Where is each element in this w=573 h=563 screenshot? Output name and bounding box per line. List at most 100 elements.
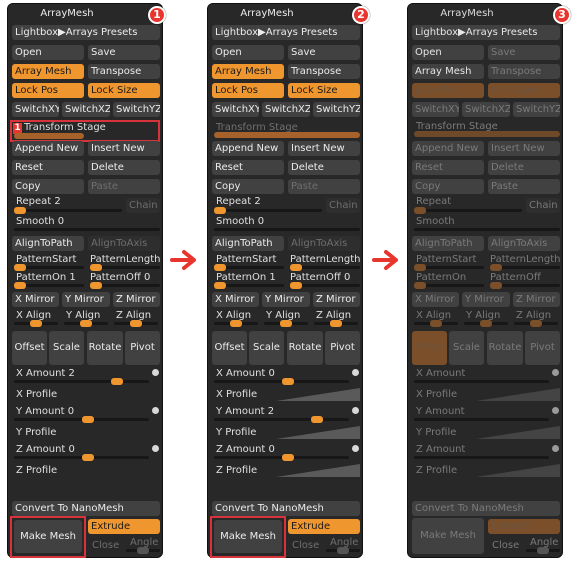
- z-amount-slider[interactable]: [414, 456, 549, 459]
- paste-button[interactable]: Paste: [88, 179, 160, 194]
- z-amount-indicator[interactable]: [352, 445, 359, 452]
- x-profile-curve[interactable]: [276, 388, 360, 401]
- align-to-axis-button[interactable]: AlignToAxis: [288, 236, 360, 251]
- switch-xz-button[interactable]: SwitchXZ: [262, 102, 310, 117]
- x-profile-curve[interactable]: [476, 388, 560, 401]
- insert-new-button[interactable]: Insert New: [88, 141, 160, 156]
- align-to-axis-button[interactable]: AlignToAxis: [88, 236, 160, 251]
- y-profile-curve[interactable]: [476, 426, 560, 439]
- insert-new-button[interactable]: Insert New: [288, 141, 360, 156]
- extrude-button[interactable]: Extrude: [88, 519, 160, 534]
- insert-new-button[interactable]: Insert New: [488, 141, 560, 156]
- y-mirror-button[interactable]: Y Mirror: [262, 292, 310, 307]
- pattern-on-slider[interactable]: [414, 282, 484, 289]
- pivot-tab[interactable]: Pivot: [525, 331, 560, 365]
- switch-yz-button[interactable]: SwitchYZ: [513, 102, 560, 117]
- scale-tab[interactable]: Scale: [249, 331, 284, 365]
- pattern-start-slider[interactable]: [214, 264, 284, 271]
- repeat-slider[interactable]: [414, 207, 522, 214]
- lightbox-arrays-presets-button[interactable]: Lightbox▶Arrays Presets: [12, 25, 160, 40]
- lock-size-button[interactable]: Lock Size: [88, 83, 160, 98]
- lock-pos-button[interactable]: Lock Pos: [212, 83, 284, 98]
- repeat-slider[interactable]: [14, 207, 122, 214]
- array-mesh-button[interactable]: Array Mesh: [12, 64, 84, 79]
- x-amount-slider[interactable]: [14, 378, 149, 385]
- x-amount-slider[interactable]: [214, 378, 349, 385]
- append-new-button[interactable]: Append New: [212, 141, 284, 156]
- switch-xy-button[interactable]: SwitchXY: [412, 102, 459, 117]
- save-button[interactable]: Save: [488, 45, 560, 60]
- convert-to-nanomesh-button[interactable]: Convert To NanoMesh: [212, 501, 360, 516]
- chain-button[interactable]: Chain: [526, 198, 560, 213]
- pattern-start-slider[interactable]: [14, 264, 84, 271]
- x-amount-indicator[interactable]: [352, 369, 359, 376]
- z-align-slider[interactable]: [314, 320, 358, 327]
- y-align-slider[interactable]: [464, 320, 508, 327]
- offset-tab[interactable]: Offset: [212, 331, 247, 365]
- offset-tab[interactable]: Offset: [12, 331, 47, 365]
- pivot-tab[interactable]: Pivot: [125, 331, 160, 365]
- array-mesh-button[interactable]: Array Mesh: [412, 64, 484, 79]
- repeat-slider[interactable]: [214, 207, 322, 214]
- x-align-slider[interactable]: [214, 320, 258, 327]
- x-mirror-button[interactable]: X Mirror: [212, 292, 259, 307]
- angle-slider[interactable]: [526, 547, 560, 554]
- rotate-tab[interactable]: Rotate: [287, 331, 323, 365]
- x-mirror-button[interactable]: X Mirror: [412, 292, 459, 307]
- switch-yz-button[interactable]: SwitchYZ: [313, 102, 360, 117]
- x-align-slider[interactable]: [414, 320, 458, 327]
- align-to-axis-button[interactable]: AlignToAxis: [488, 236, 560, 251]
- y-amount-indicator[interactable]: [352, 407, 359, 414]
- y-profile-curve[interactable]: [276, 426, 360, 439]
- z-mirror-button[interactable]: Z Mirror: [113, 292, 160, 307]
- close-toggle[interactable]: Close: [492, 540, 519, 551]
- pattern-start-slider[interactable]: [414, 264, 484, 271]
- paste-button[interactable]: Paste: [288, 179, 360, 194]
- align-to-path-button[interactable]: AlignToPath: [12, 236, 84, 251]
- switch-xy-button[interactable]: SwitchXY: [212, 102, 259, 117]
- lock-size-button[interactable]: Lock Size: [488, 83, 560, 98]
- make-mesh-button[interactable]: Make Mesh: [412, 518, 484, 554]
- smooth-slider[interactable]: [214, 228, 360, 231]
- rotate-tab[interactable]: Rotate: [487, 331, 523, 365]
- y-amount-slider[interactable]: [14, 416, 149, 423]
- x-amount-indicator[interactable]: [552, 369, 559, 376]
- y-amount-indicator[interactable]: [152, 407, 159, 414]
- scale-tab[interactable]: Scale: [449, 331, 484, 365]
- switch-xy-button[interactable]: SwitchXY: [12, 102, 59, 117]
- save-button[interactable]: Save: [88, 45, 160, 60]
- transform-stage-slider[interactable]: [14, 133, 84, 139]
- switch-xz-button[interactable]: SwitchXZ: [62, 102, 110, 117]
- y-amount-slider[interactable]: [414, 418, 549, 421]
- close-toggle[interactable]: Close: [292, 540, 319, 551]
- open-button[interactable]: Open: [412, 45, 484, 60]
- x-align-slider[interactable]: [14, 320, 58, 327]
- lock-size-button[interactable]: Lock Size: [288, 83, 360, 98]
- angle-slider[interactable]: [126, 547, 160, 554]
- pivot-tab[interactable]: Pivot: [325, 331, 360, 365]
- extrude-button[interactable]: Extrude: [488, 519, 560, 534]
- close-toggle[interactable]: Close: [92, 540, 119, 551]
- pattern-on-slider[interactable]: [214, 282, 284, 289]
- scale-tab[interactable]: Scale: [49, 331, 84, 365]
- z-profile-curve[interactable]: [476, 464, 560, 477]
- y-mirror-button[interactable]: Y Mirror: [462, 292, 510, 307]
- align-to-path-button[interactable]: AlignToPath: [412, 236, 484, 251]
- x-amount-slider[interactable]: [414, 380, 549, 383]
- z-profile-curve[interactable]: [276, 464, 360, 477]
- copy-button[interactable]: Copy: [12, 179, 84, 194]
- z-mirror-button[interactable]: Z Mirror: [313, 292, 360, 307]
- smooth-slider[interactable]: [414, 228, 560, 231]
- extrude-button[interactable]: Extrude: [288, 519, 360, 534]
- reset-button[interactable]: Reset: [12, 160, 84, 175]
- smooth-slider[interactable]: [14, 228, 160, 231]
- z-amount-slider[interactable]: [14, 454, 149, 461]
- open-button[interactable]: Open: [212, 45, 284, 60]
- switch-xz-button[interactable]: SwitchXZ: [462, 102, 510, 117]
- y-mirror-button[interactable]: Y Mirror: [62, 292, 110, 307]
- transpose-button[interactable]: Transpose: [88, 64, 160, 79]
- y-align-slider[interactable]: [64, 320, 108, 327]
- y-align-slider[interactable]: [264, 320, 308, 327]
- transpose-button[interactable]: Transpose: [288, 64, 360, 79]
- rotate-tab[interactable]: Rotate: [87, 331, 123, 365]
